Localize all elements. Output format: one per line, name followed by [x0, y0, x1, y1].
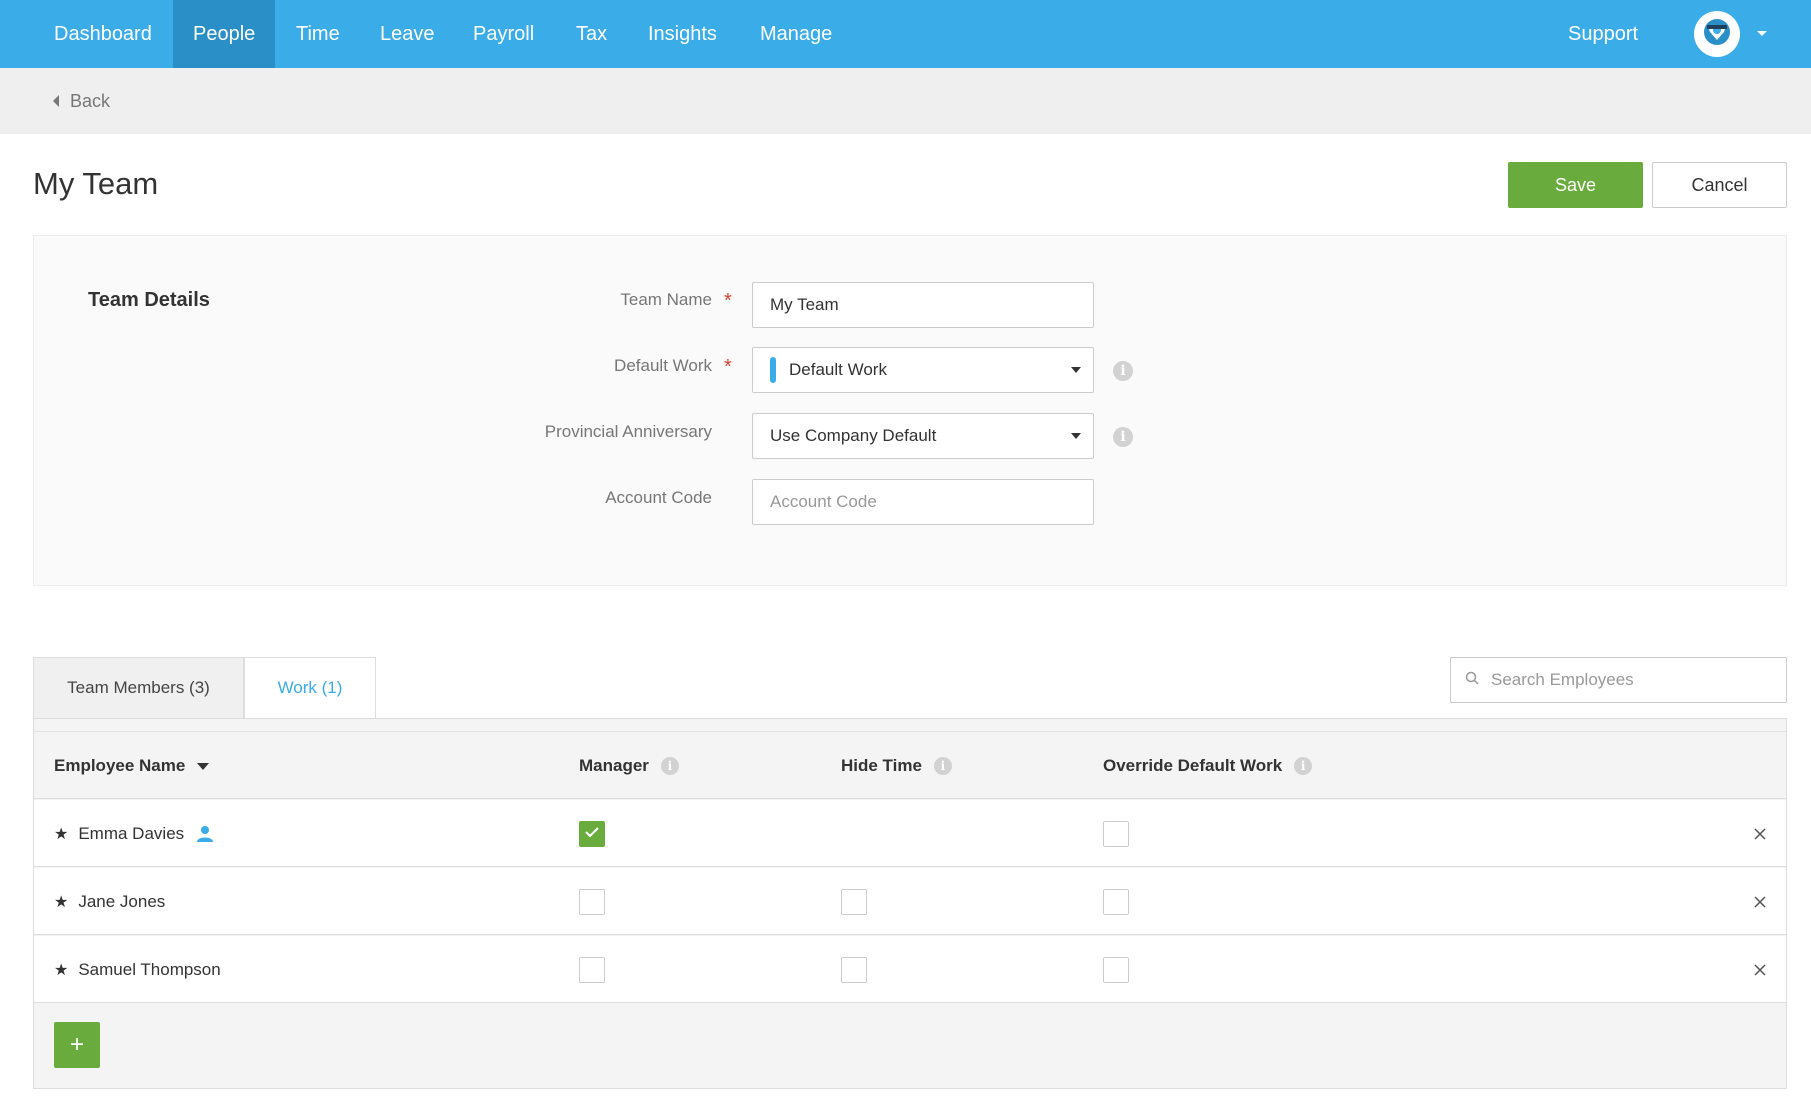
team-members-table: Employee Name Manager i Hide Time i Over…	[33, 718, 1787, 1089]
info-icon[interactable]: i	[660, 757, 679, 775]
top-nav: Dashboard People Time Leave Payroll Tax …	[0, 0, 1811, 68]
employee-name[interactable]: Emma Davies	[78, 824, 184, 844]
team-name-label: Team Name	[620, 290, 712, 309]
tab-work[interactable]: Work (1)	[244, 657, 376, 718]
back-label: Back	[70, 90, 111, 111]
close-icon[interactable]	[1750, 892, 1770, 912]
info-icon[interactable]: i	[1113, 361, 1133, 381]
team-name-input[interactable]: My Team	[752, 282, 1094, 328]
person-icon	[196, 825, 214, 843]
employee-name-cell: ★ Samuel Thompson	[54, 936, 221, 1003]
sort-down-icon[interactable]	[197, 762, 210, 770]
nav-payroll[interactable]: Payroll	[453, 0, 554, 68]
star-icon[interactable]: ★	[54, 892, 68, 912]
nav-dashboard[interactable]: Dashboard	[34, 0, 172, 68]
override-default-work-checkbox[interactable]	[1103, 889, 1129, 915]
nav-manage[interactable]: Manage	[740, 0, 852, 68]
required-marker: *	[724, 356, 732, 378]
search-icon	[1465, 670, 1491, 690]
nav-tax[interactable]: Tax	[556, 0, 627, 68]
nav-leave[interactable]: Leave	[360, 0, 455, 68]
star-icon[interactable]: ★	[54, 824, 68, 844]
account-code-placeholder: Account Code	[770, 492, 877, 511]
manager-checkbox[interactable]	[579, 889, 605, 915]
nav-insights[interactable]: Insights	[628, 0, 737, 68]
search-placeholder: Search Employees	[1491, 670, 1634, 689]
info-icon[interactable]: i	[1294, 757, 1313, 775]
star-icon[interactable]: ★	[54, 960, 68, 980]
employee-name-cell: ★ Jane Jones	[54, 868, 165, 935]
employee-name[interactable]: Samuel Thompson	[78, 960, 220, 980]
manager-checkbox[interactable]	[579, 957, 605, 983]
back-bar: Back	[0, 68, 1811, 134]
chevron-down-icon[interactable]	[1754, 28, 1770, 40]
cancel-button[interactable]: Cancel	[1652, 162, 1787, 208]
tab-team-members[interactable]: Team Members (3)	[33, 657, 244, 718]
page-title: My Team	[33, 166, 159, 201]
team-details-panel: Team Details Team Name * My Team Default…	[33, 235, 1787, 586]
provincial-anniversary-value: Use Company Default	[770, 426, 937, 445]
user-avatar-icon	[1702, 17, 1732, 52]
column-manager: Manager i	[579, 732, 679, 800]
provincial-anniversary-label: Provincial Anniversary	[544, 422, 712, 441]
column-hide-time: Hide Time i	[841, 732, 952, 800]
default-work-value: Default Work	[789, 360, 887, 379]
column-label: Employee Name	[54, 756, 186, 775]
section-title: Team Details	[88, 289, 210, 311]
column-label: Override Default Work	[1103, 756, 1283, 775]
account-code-label: Account Code	[605, 488, 712, 507]
override-default-work-checkbox[interactable]	[1103, 821, 1129, 847]
add-member-button[interactable]: +	[54, 1022, 100, 1068]
override-default-work-checkbox[interactable]	[1103, 957, 1129, 983]
team-name-value: My Team	[770, 295, 839, 314]
column-employee-name[interactable]: Employee Name	[54, 732, 210, 800]
nav-people[interactable]: People	[173, 0, 276, 68]
default-work-label: Default Work	[614, 356, 712, 375]
column-label: Manager	[579, 756, 649, 775]
info-icon[interactable]: i	[933, 757, 952, 775]
caret-down-icon	[1071, 367, 1081, 373]
column-override-default-work: Override Default Work i	[1103, 732, 1313, 800]
account-code-input[interactable]: Account Code	[752, 479, 1094, 525]
work-color-swatch	[770, 357, 776, 383]
hide-time-checkbox[interactable]	[841, 889, 867, 915]
table-header: Employee Name Manager i Hide Time i Over…	[34, 731, 1786, 799]
user-avatar[interactable]	[1694, 11, 1740, 57]
info-icon[interactable]: i	[1113, 427, 1133, 447]
checkmark-icon	[584, 825, 600, 843]
back-link[interactable]: Back	[52, 88, 110, 114]
default-work-select[interactable]: Default Work	[752, 347, 1094, 393]
required-marker: *	[724, 290, 732, 312]
nav-time[interactable]: Time	[276, 0, 360, 68]
employee-name-cell: ★ Emma Davies	[54, 800, 214, 867]
provincial-anniversary-select[interactable]: Use Company Default	[752, 413, 1094, 459]
caret-left-icon	[52, 91, 70, 112]
table-row: ★ Emma Davies	[34, 800, 1786, 867]
save-button[interactable]: Save	[1508, 162, 1643, 208]
column-label: Hide Time	[841, 756, 922, 775]
search-employees-input[interactable]: Search Employees	[1450, 657, 1787, 703]
hide-time-checkbox[interactable]	[841, 957, 867, 983]
manager-checkbox[interactable]	[579, 821, 605, 847]
caret-down-icon	[1071, 433, 1081, 439]
close-icon[interactable]	[1750, 824, 1770, 844]
table-row: ★ Jane Jones	[34, 868, 1786, 935]
table-row: ★ Samuel Thompson	[34, 936, 1786, 1003]
employee-name[interactable]: Jane Jones	[78, 892, 165, 912]
nav-support[interactable]: Support	[1568, 0, 1638, 68]
close-icon[interactable]	[1750, 960, 1770, 980]
